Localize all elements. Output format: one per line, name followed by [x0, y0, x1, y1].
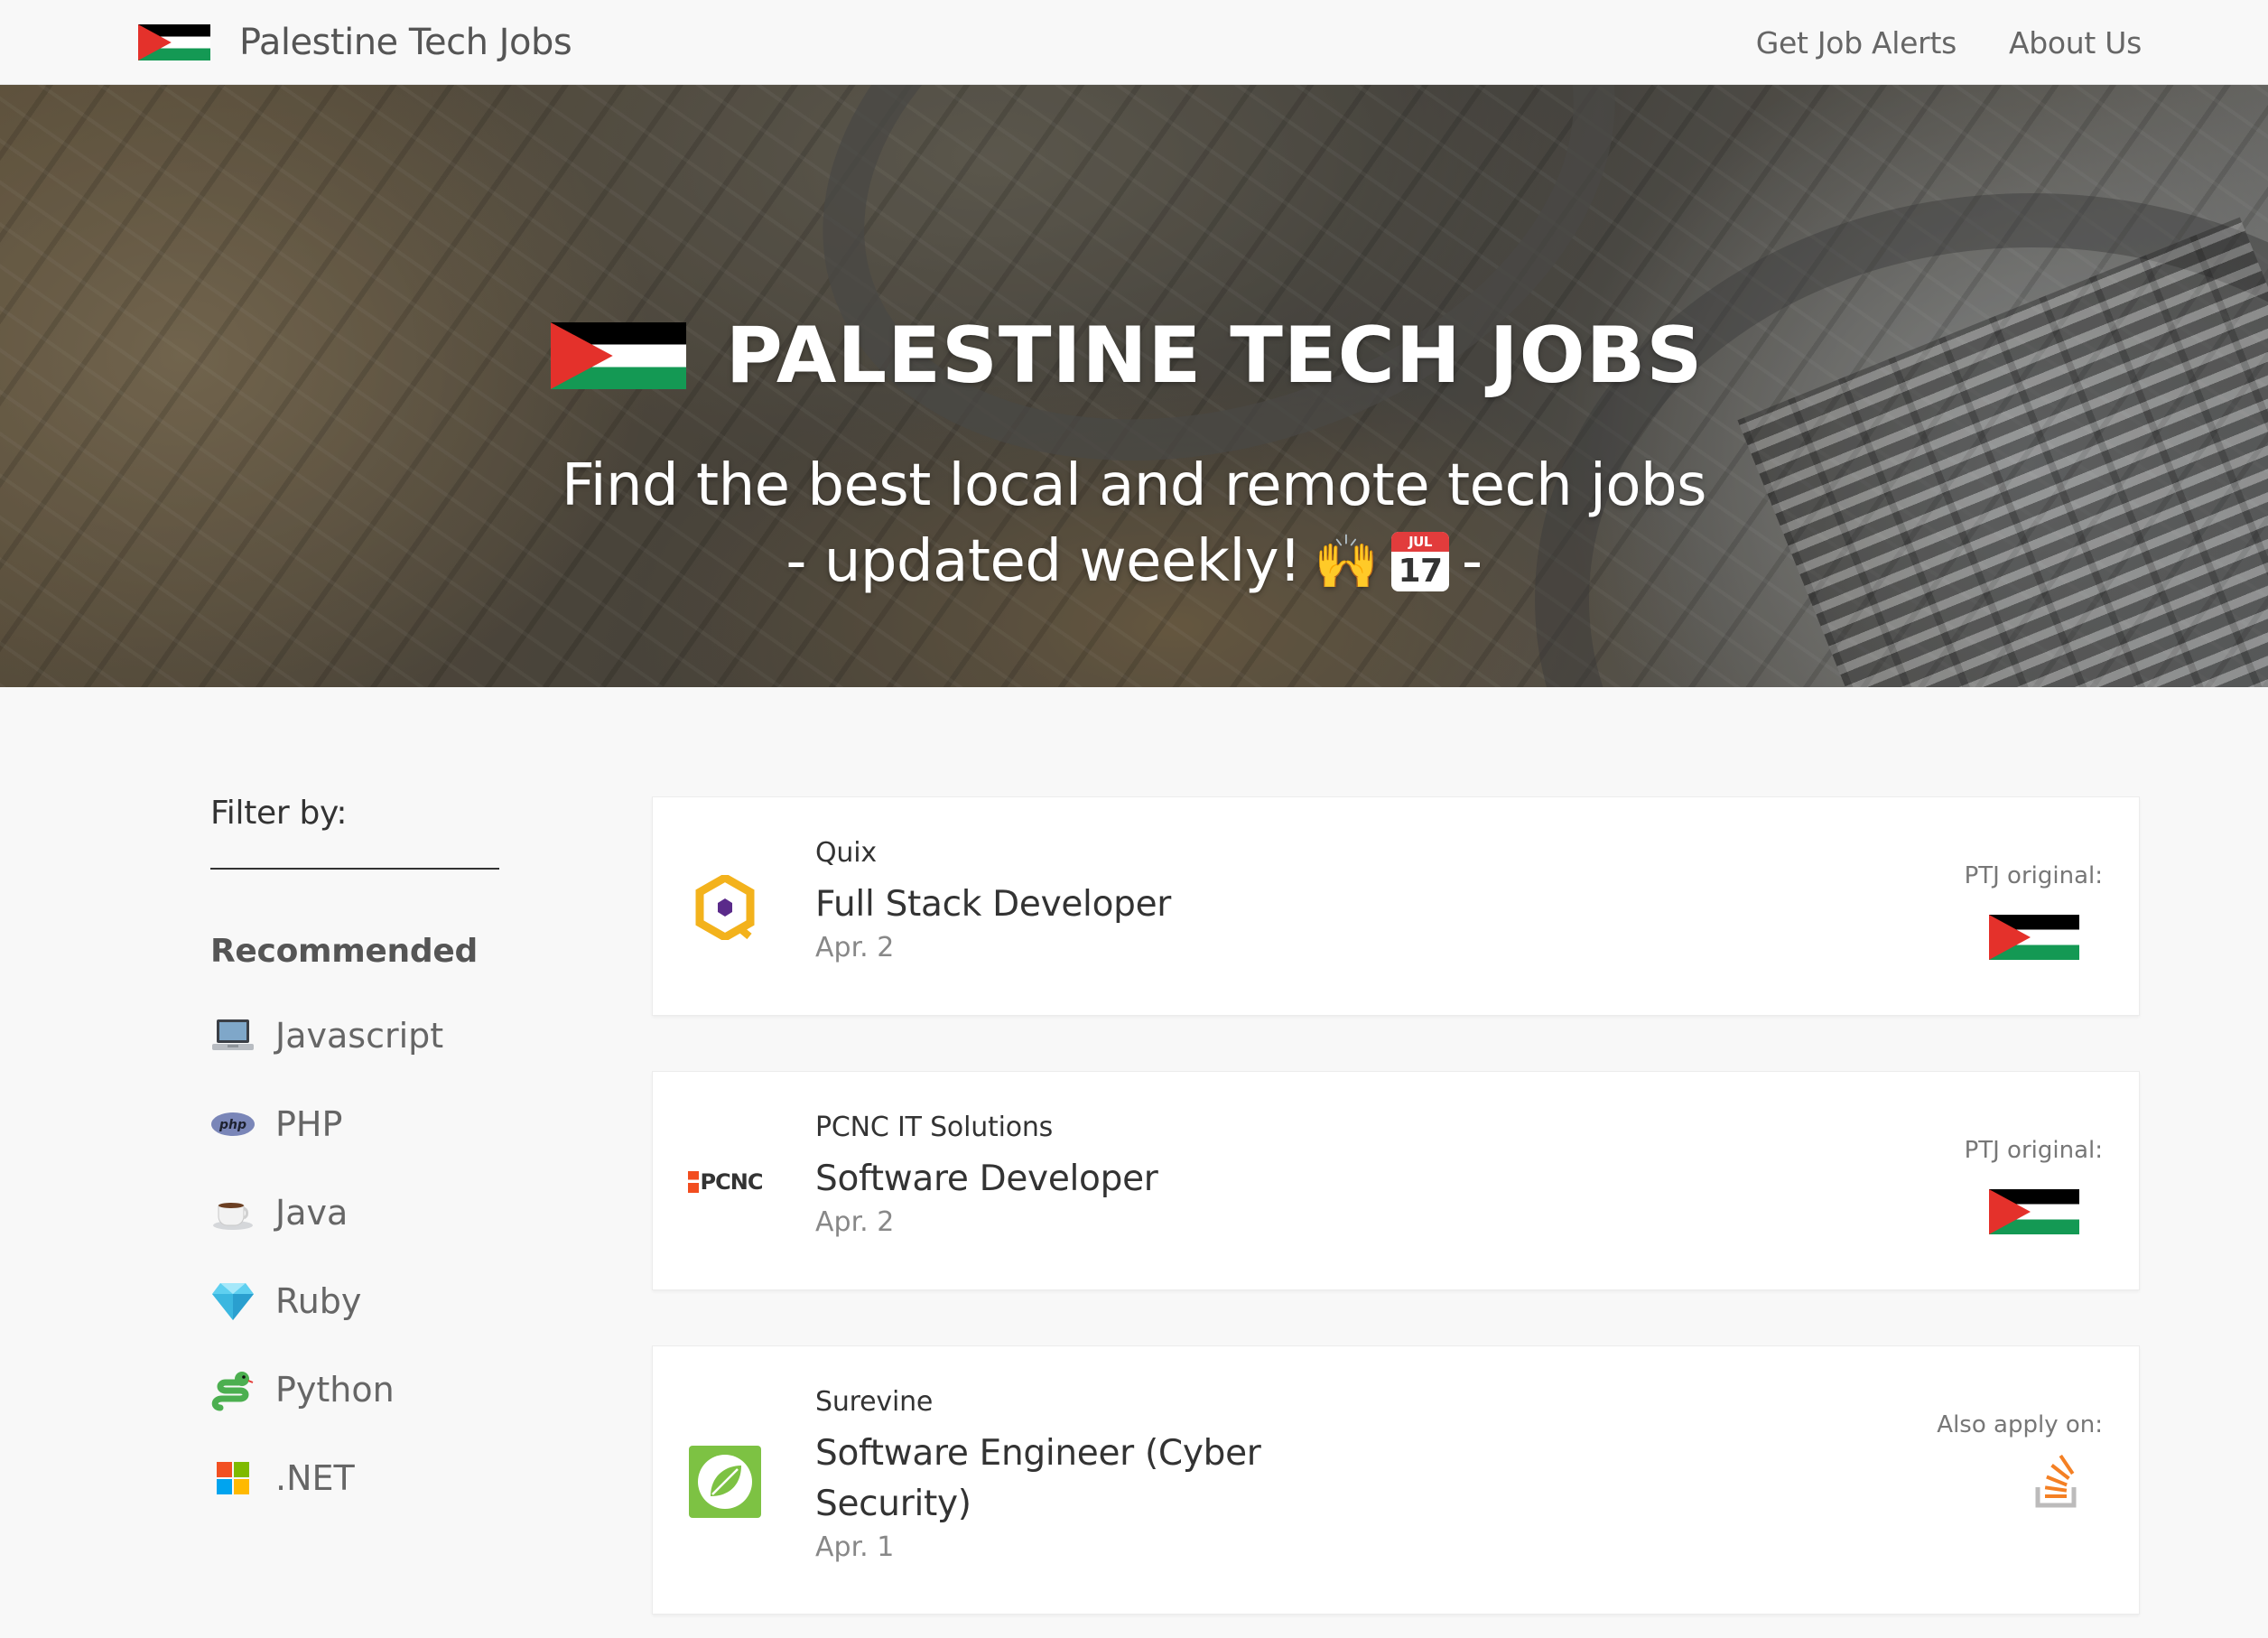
job-source-label: Also apply on:: [1937, 1411, 2103, 1438]
job-list: Quix Full Stack Developer Apr. 2 PTJ ori…: [652, 796, 2140, 1615]
filter-sidebar: Filter by: Recommended Javascript php PH…: [210, 795, 535, 1522]
filter-python[interactable]: Python: [210, 1345, 535, 1434]
pcnc-logo-icon: PCNC: [687, 1144, 763, 1220]
filter-label: Java: [275, 1193, 349, 1233]
hero-subtitle-line2: - updated weekly! 🙌 JUL 17 -: [785, 524, 1483, 600]
hero-title: PALESTINE TECH JOBS: [0, 311, 2261, 401]
quix-logo-icon: [687, 870, 763, 945]
pcnc-logo: PCNC: [687, 1169, 764, 1195]
filter-label: Javascript: [275, 1016, 444, 1056]
filter-javascript[interactable]: Javascript: [210, 991, 535, 1080]
windows-icon: [210, 1456, 256, 1501]
palestine-flag-icon: [1989, 915, 2079, 960]
job-company: Surevine: [815, 1386, 934, 1418]
job-date: Apr. 1: [815, 1531, 895, 1563]
job-date: Apr. 2: [815, 932, 895, 963]
surevine-logo-icon: [687, 1444, 763, 1520]
filter-label: Python: [275, 1370, 395, 1410]
raised-hands-icon: 🙌: [1314, 531, 1379, 592]
brand-link[interactable]: Palestine Tech Jobs: [138, 20, 572, 65]
nav-links: Get Job Alerts About Us: [1756, 20, 2143, 65]
calendar-month: JUL: [1391, 532, 1449, 552]
job-source: Also apply on:: [1922, 1411, 2103, 1512]
job-company: PCNC IT Solutions: [815, 1112, 1054, 1143]
nav-about-us[interactable]: About Us: [2009, 25, 2142, 60]
job-info: Surevine Software Engineer (Cyber Securi…: [815, 1386, 1447, 1563]
calendar-icon: JUL 17: [1391, 532, 1449, 591]
hero-subtitle: Find the best local and remote tech jobs…: [0, 448, 2268, 600]
job-source: PTJ original:: [1922, 1137, 2103, 1234]
job-title-line: Security): [815, 1484, 971, 1524]
stackoverflow-icon[interactable]: [2034, 1454, 2081, 1512]
job-info: Quix Full Stack Developer Apr. 2: [815, 837, 1447, 963]
filter-label: PHP: [275, 1104, 343, 1144]
filter-ruby[interactable]: Ruby: [210, 1257, 535, 1345]
calendar-day: 17: [1398, 553, 1443, 590]
hero-subtitle-prefix: - updated weekly!: [785, 528, 1302, 595]
filter-php[interactable]: php PHP: [210, 1080, 535, 1168]
job-date: Apr. 2: [815, 1206, 895, 1238]
pcnc-logo-text: PCNC: [700, 1169, 764, 1195]
hero-subtitle-suffix: -: [1462, 528, 1483, 595]
job-title[interactable]: Full Stack Developer: [815, 879, 1447, 930]
palestine-flag-icon: [1989, 1189, 2079, 1234]
navbar: Palestine Tech Jobs Get Job Alerts About…: [0, 0, 2268, 85]
filter-divider: [210, 868, 499, 870]
snake-icon: [210, 1367, 256, 1412]
job-title[interactable]: Software Engineer (Cyber Security): [815, 1429, 1447, 1530]
filter-title: Filter by:: [210, 795, 348, 832]
job-title[interactable]: Software Developer: [815, 1154, 1447, 1205]
filter-java[interactable]: Java: [210, 1168, 535, 1257]
gem-icon: [210, 1279, 256, 1324]
php-icon: php: [210, 1102, 256, 1147]
hero-banner: PALESTINE TECH JOBS Find the best local …: [0, 85, 2268, 687]
palestine-flag-icon: [138, 24, 210, 60]
coffee-icon: [210, 1190, 256, 1235]
hero-title-text: PALESTINE TECH JOBS: [725, 311, 1704, 401]
job-card[interactable]: PCNC PCNC IT Solutions Software Develope…: [652, 1071, 2140, 1290]
job-company: Quix: [815, 837, 877, 869]
recommended-title: Recommended: [210, 933, 478, 970]
job-source-label: PTJ original:: [1964, 1137, 2103, 1164]
nav-get-job-alerts[interactable]: Get Job Alerts: [1756, 25, 1957, 60]
filter-dotnet[interactable]: .NET: [210, 1434, 535, 1522]
job-card[interactable]: Quix Full Stack Developer Apr. 2 PTJ ori…: [652, 796, 2140, 1016]
job-source-label: PTJ original:: [1964, 862, 2103, 889]
filter-label: Ruby: [275, 1281, 362, 1321]
brand-title: Palestine Tech Jobs: [239, 22, 572, 63]
language-filter-list: Javascript php PHP Java Ruby Python .NET: [210, 991, 535, 1522]
palestine-flag-icon: [550, 322, 686, 389]
laptop-icon: [210, 1013, 256, 1058]
job-info: PCNC IT Solutions Software Developer Apr…: [815, 1112, 1447, 1238]
job-title-line: Software Engineer (Cyber: [815, 1433, 1261, 1474]
job-source: PTJ original:: [1922, 862, 2103, 960]
svg-text:php: php: [218, 1118, 246, 1132]
hero-subtitle-line1: Find the best local and remote tech jobs: [562, 452, 1706, 519]
job-card[interactable]: Surevine Software Engineer (Cyber Securi…: [652, 1345, 2140, 1615]
pcnc-mark-icon: [687, 1171, 699, 1193]
filter-label: .NET: [275, 1458, 355, 1498]
